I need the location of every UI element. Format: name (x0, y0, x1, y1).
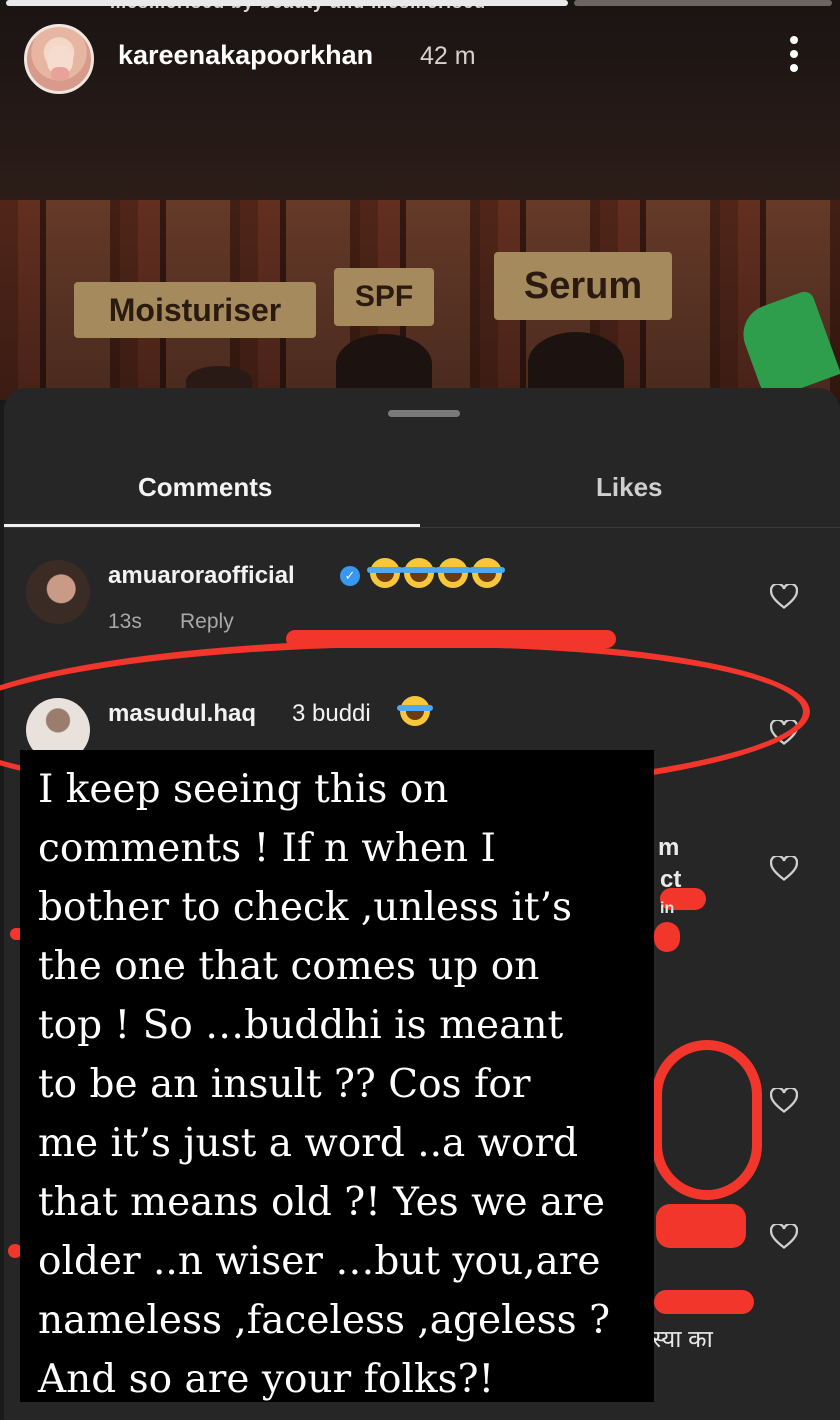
note-text: I keep seeing this on comments ! If n wh… (38, 767, 610, 1402)
person-silhouette (336, 334, 432, 394)
sheet-drag-handle[interactable] (388, 410, 460, 417)
story-avatar[interactable] (24, 24, 94, 94)
tab-divider (4, 527, 840, 528)
text-note-overlay: I keep seeing this on comments ! If n wh… (20, 750, 654, 1402)
peek-fragment: in (660, 900, 675, 917)
story-username[interactable]: kareenakapoorkhan (118, 40, 373, 71)
person-silhouette (528, 332, 624, 394)
like-heart-icon[interactable] (770, 1088, 798, 1114)
like-heart-icon[interactable] (770, 856, 798, 882)
reply-button[interactable]: Reply (180, 610, 234, 634)
laughing-emoji-icon (401, 558, 437, 588)
like-heart-icon[interactable] (770, 1224, 798, 1250)
laughing-emoji-icon (435, 558, 471, 588)
progress-segment-pending (574, 0, 832, 6)
like-heart-icon[interactable] (770, 584, 798, 610)
more-vertical-icon[interactable] (788, 36, 800, 76)
verified-badge-icon: ✓ (340, 566, 360, 586)
red-annotation-stroke (654, 922, 680, 952)
tag-serum: Serum (494, 252, 672, 320)
avatar[interactable] (26, 560, 90, 624)
comment-username[interactable]: amuaroraofficial (108, 562, 295, 590)
laughing-emoji-icon (367, 558, 403, 588)
tab-likes[interactable]: Likes (596, 472, 663, 503)
story-timestamp: 42 m (420, 42, 476, 70)
peek-fragment-hindi: स्या का (652, 1326, 713, 1353)
peek-fragment: m (658, 834, 680, 861)
tab-comments[interactable]: Comments (138, 472, 272, 503)
tag-spf: SPF (334, 268, 434, 326)
red-annotation-stroke (652, 1040, 762, 1200)
laughing-emoji-group (367, 558, 506, 588)
red-annotation-stroke (654, 1290, 754, 1314)
tag-moisturiser: Moisturiser (74, 282, 316, 338)
story-progress: mesmerised by beauty and mesmerised (0, 0, 840, 12)
progress-segment-viewed (6, 0, 568, 6)
red-annotation-stroke (656, 1204, 746, 1248)
peek-fragment: ct (660, 866, 682, 893)
laughing-emoji-icon (469, 558, 505, 588)
comment-time: 13s (108, 610, 142, 633)
